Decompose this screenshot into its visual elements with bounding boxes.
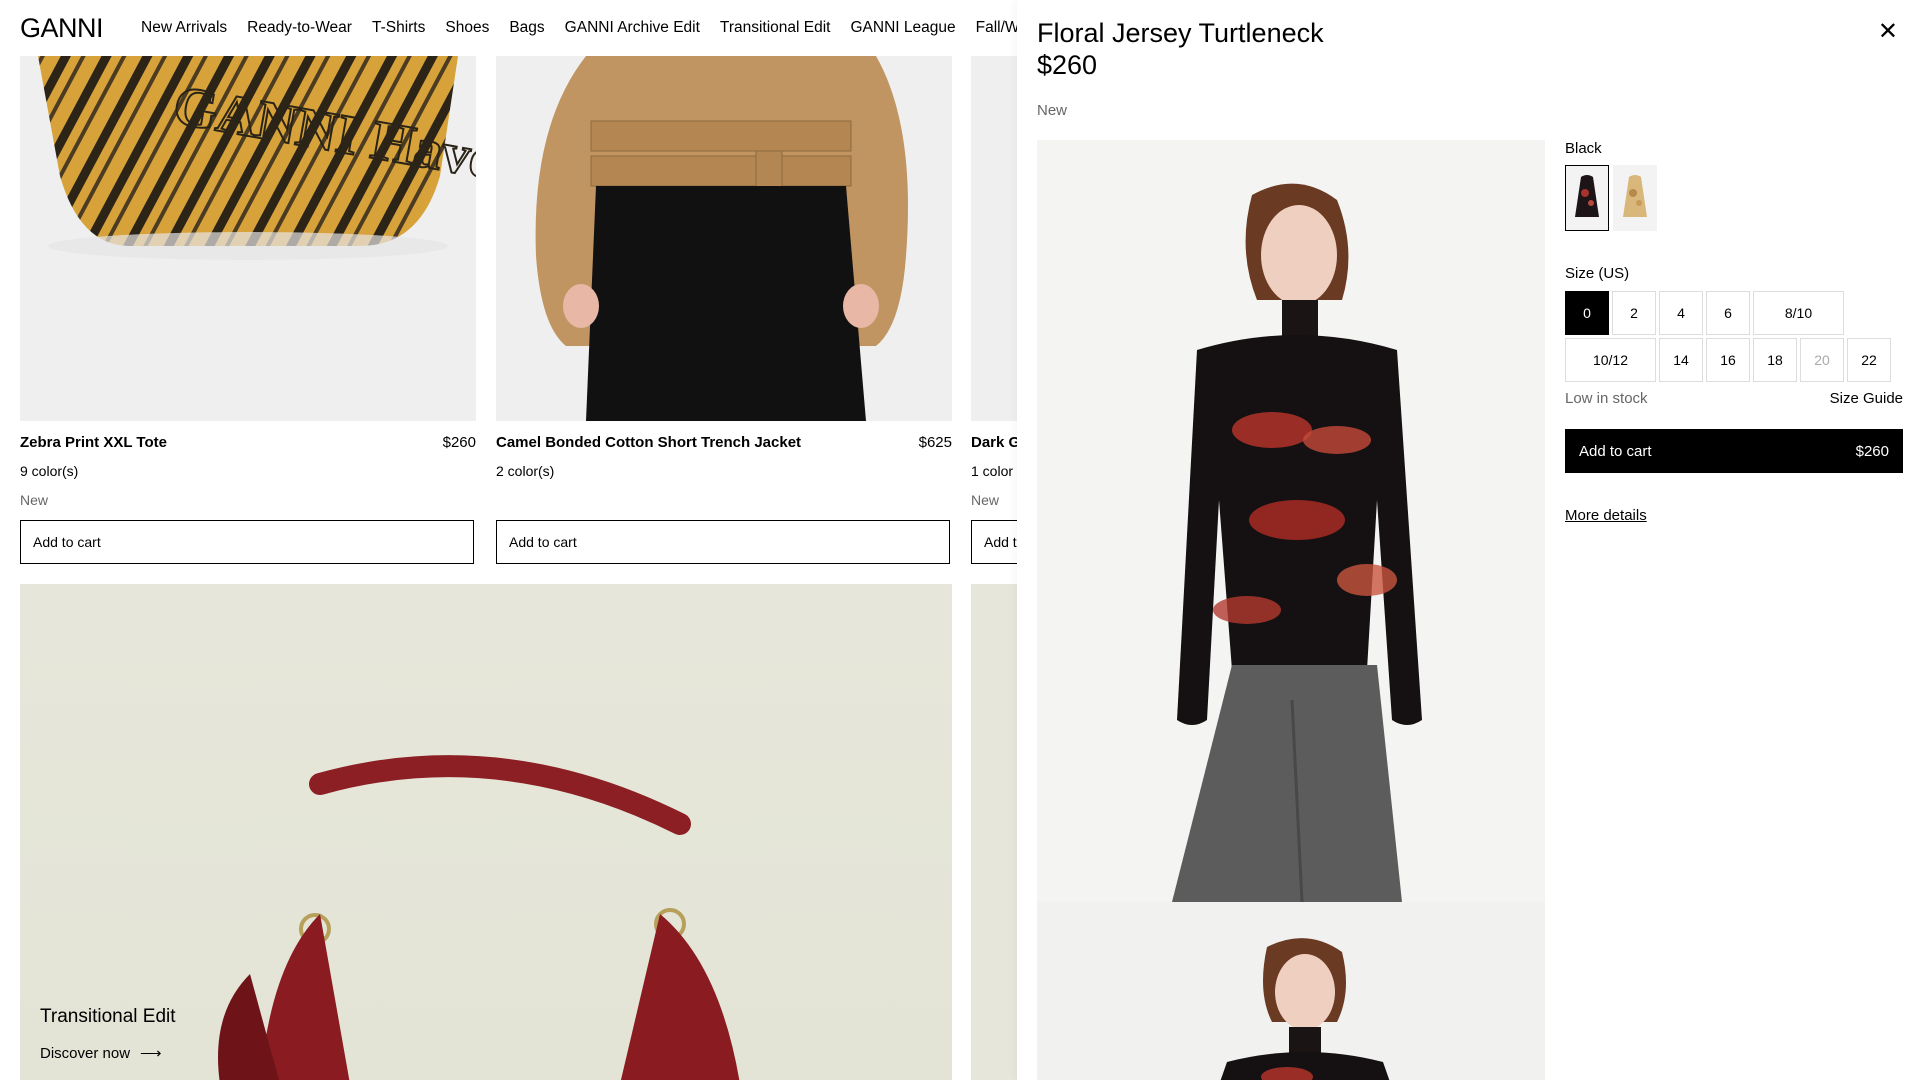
add-to-cart-button[interactable]: Add to cart $260 (1565, 429, 1903, 473)
product-badge: New (1037, 102, 1068, 119)
product-badge: New (971, 492, 1000, 508)
quick-view-drawer: Floral Jersey Turtleneck $260 New ✕ Blac… (1017, 0, 1920, 1080)
trench-jacket-image (535, 56, 908, 421)
size-option-8-10[interactable]: 8/10 (1753, 291, 1844, 335)
promo-title: Transitional Edit (40, 1006, 176, 1027)
add-to-cart-button[interactable]: Add to cart (496, 520, 950, 564)
add-to-cart-button[interactable]: Add to cart (20, 520, 474, 564)
size-option-20[interactable]: 20 (1800, 338, 1844, 382)
product-name[interactable]: Zebra Print XXL Tote (20, 434, 167, 451)
nav-t-shirts[interactable]: T-Shirts (372, 19, 425, 37)
nav-ready-to-wear[interactable]: Ready-to-Wear (247, 19, 352, 37)
size-option-10-12[interactable]: 10/12 (1565, 338, 1656, 382)
stock-status: Low in stock (1565, 390, 1648, 407)
product-price: $260 (442, 434, 476, 451)
nav-transitional-edit[interactable]: Transitional Edit (720, 19, 831, 37)
nav-new-arrivals[interactable]: New Arrivals (141, 19, 227, 37)
main-nav: New Arrivals Ready-to-Wear T-Shirts Shoe… (141, 19, 1088, 37)
product-title: Floral Jersey Turtleneck (1037, 18, 1324, 48)
size-option-4[interactable]: 4 (1659, 291, 1703, 335)
model-photo (1037, 140, 1545, 902)
product-colors[interactable]: 9 color(s) (20, 463, 78, 479)
size-option-0[interactable]: 0 (1565, 291, 1609, 335)
product-badge: New (20, 492, 49, 508)
product-name[interactable]: Camel Bonded Cotton Short Trench Jacket (496, 434, 801, 451)
nav-ganni-league[interactable]: GANNI League (850, 19, 955, 37)
model-photo-2 (1037, 902, 1545, 1080)
more-details-link[interactable]: More details (1565, 507, 1903, 524)
product-colors[interactable]: 2 color(s) (496, 463, 554, 479)
add-to-cart-price: $260 (1855, 442, 1889, 460)
add-to-cart-label: Add to cart (1579, 442, 1652, 460)
swatch-thumb (1623, 175, 1647, 217)
color-swatches (1565, 165, 1903, 231)
tote-bag-image: GANNI Have a nice day! Please recycle (38, 56, 476, 300)
product-options: Black Size (US) 0 2 4 6 8/10 10/12 14 16… (1565, 140, 1903, 524)
size-option-16[interactable]: 16 (1706, 338, 1750, 382)
size-label: Size (US) (1565, 265, 1630, 282)
product-name[interactable]: Dark G (971, 434, 1020, 451)
product-photo[interactable] (1037, 140, 1545, 902)
size-guide-link[interactable]: Size Guide (1830, 390, 1903, 407)
swatch-black-floral[interactable] (1565, 165, 1609, 231)
product-photo[interactable] (1037, 902, 1545, 1080)
product-colors[interactable]: 1 color (971, 463, 1013, 479)
size-option-22[interactable]: 22 (1847, 338, 1891, 382)
size-selector: 0 2 4 6 8/10 10/12 14 16 18 20 22 (1565, 291, 1903, 382)
color-label: Black (1565, 140, 1602, 157)
promo-banner[interactable]: Transitional Edit Discover now ⟶ (20, 584, 952, 1080)
close-icon[interactable]: ✕ (1878, 20, 1898, 44)
arrow-right-icon: ⟶ (140, 1045, 162, 1062)
size-option-6[interactable]: 6 (1706, 291, 1750, 335)
promo-link[interactable]: Discover now ⟶ (40, 1044, 162, 1063)
size-option-14[interactable]: 14 (1659, 338, 1703, 382)
swatch-beige-floral[interactable] (1613, 165, 1657, 231)
nav-shoes[interactable]: Shoes (445, 19, 489, 37)
page: GANNI New Arrivals Ready-to-Wear T-Shirt… (0, 0, 1920, 1080)
nav-bags[interactable]: Bags (509, 19, 544, 37)
product-price: $625 (918, 434, 952, 451)
product-price: $260 (1037, 50, 1098, 80)
promo-link-label: Discover now (40, 1044, 131, 1062)
nav-archive-edit[interactable]: GANNI Archive Edit (565, 19, 700, 37)
brand-logo[interactable]: GANNI (20, 13, 104, 44)
product-card[interactable]: GANNI Have a nice day! Please recycle Ze… (20, 56, 476, 566)
size-option-2[interactable]: 2 (1612, 291, 1656, 335)
size-option-18[interactable]: 18 (1753, 338, 1797, 382)
swatch-thumb (1575, 175, 1599, 217)
product-card[interactable]: Camel Bonded Cotton Short Trench Jacket … (496, 56, 952, 566)
product-gallery[interactable] (1037, 140, 1545, 1080)
product-image[interactable] (496, 56, 952, 421)
product-image[interactable]: GANNI Have a nice day! Please recycle (20, 56, 476, 421)
